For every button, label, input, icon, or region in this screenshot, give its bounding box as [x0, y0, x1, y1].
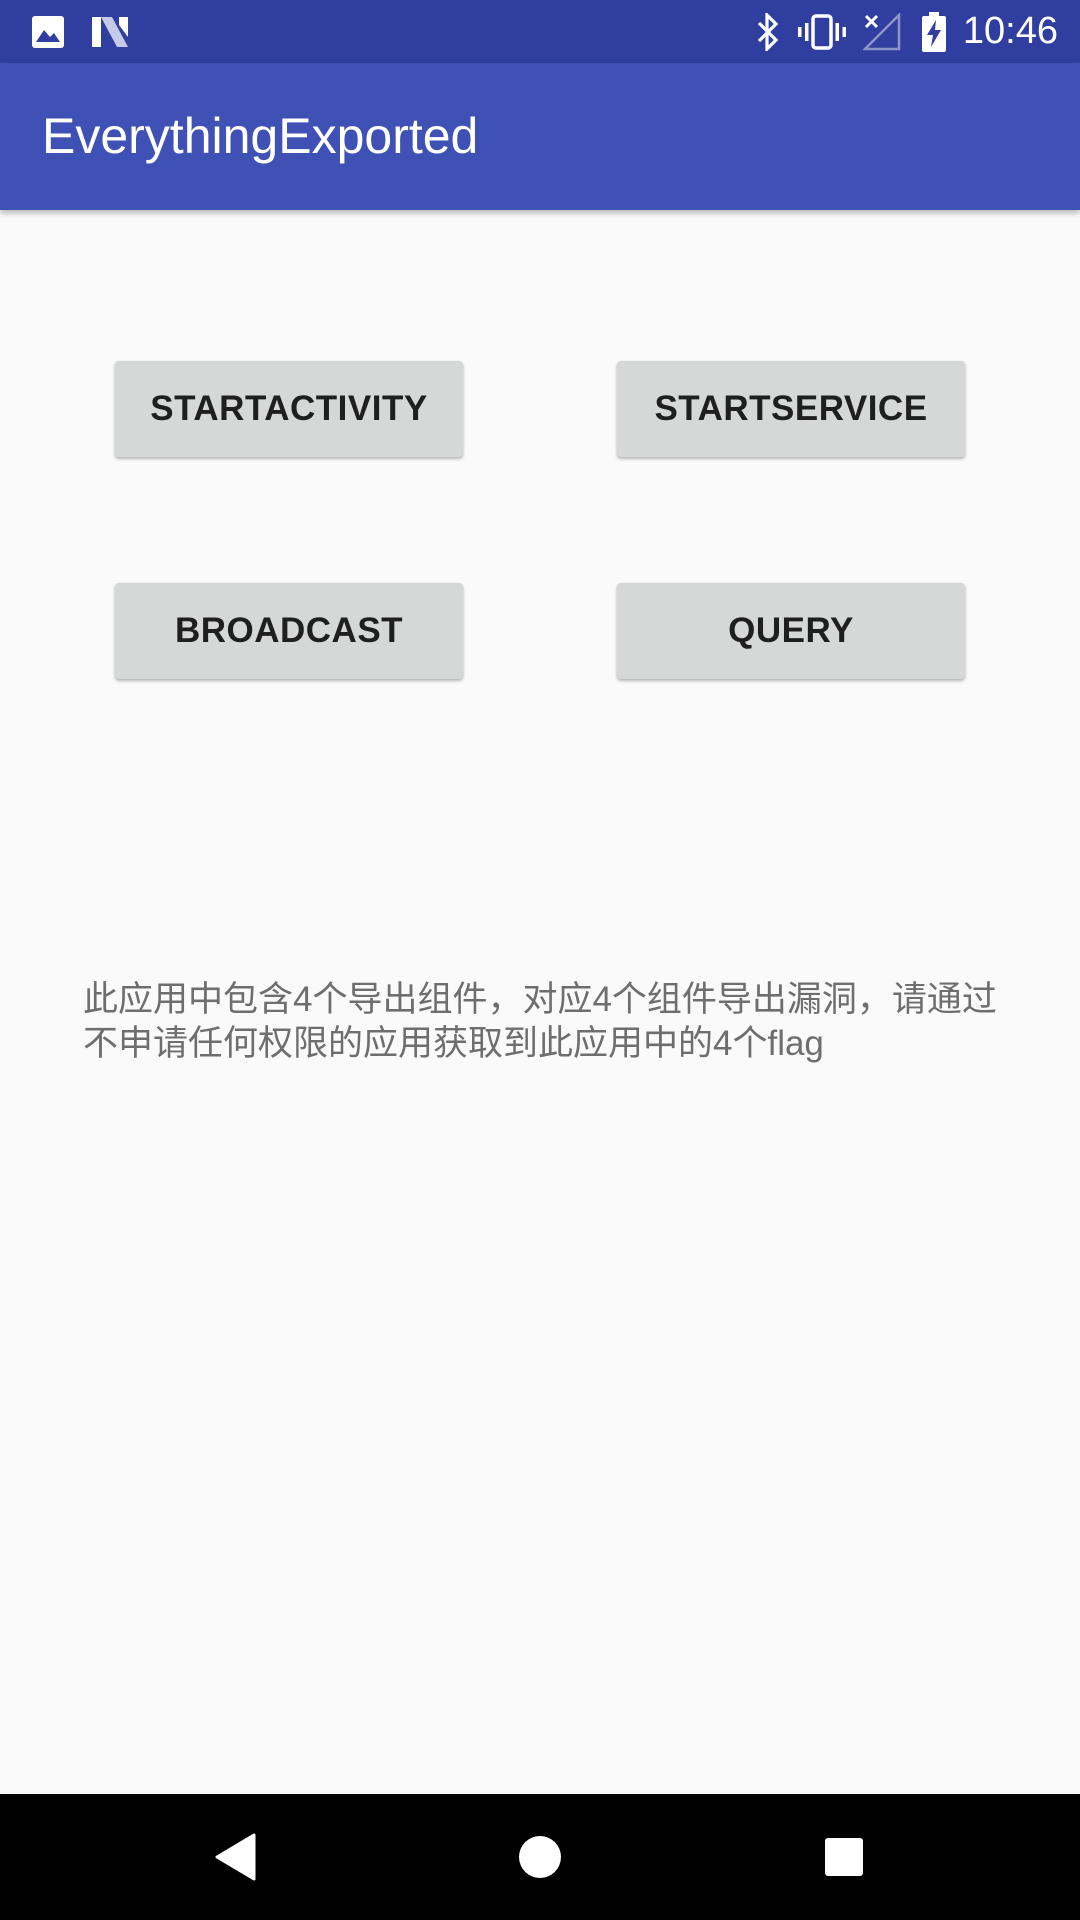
nav-bar: [0, 1794, 1080, 1920]
start-activity-button[interactable]: STARTACTIVITY: [115, 361, 463, 457]
image-icon: [30, 0, 66, 63]
no-signal-icon: [862, 0, 902, 63]
query-button[interactable]: QUERY: [617, 583, 965, 679]
status-time: 10:46: [962, 10, 1058, 52]
info-text: 此应用中包含4个导出组件，对应4个组件导出漏洞，请通过不申请任何权限的应用获取到…: [83, 980, 997, 1063]
app-bar: EverythingExported: [0, 63, 1080, 210]
back-icon[interactable]: [176, 1794, 296, 1920]
broadcast-button[interactable]: BROADCAST: [115, 583, 463, 679]
battery-charging-icon: [920, 0, 948, 63]
app-title: EverythingExported: [42, 108, 479, 164]
bluetooth-icon: [754, 0, 782, 63]
n-logo-icon: [90, 0, 130, 63]
home-icon[interactable]: [480, 1794, 600, 1920]
start-service-button[interactable]: STARTSERVICE: [617, 361, 965, 457]
status-bar: 10:46: [0, 0, 1080, 63]
recents-icon[interactable]: [784, 1794, 904, 1920]
vibrate-icon: [797, 0, 847, 63]
